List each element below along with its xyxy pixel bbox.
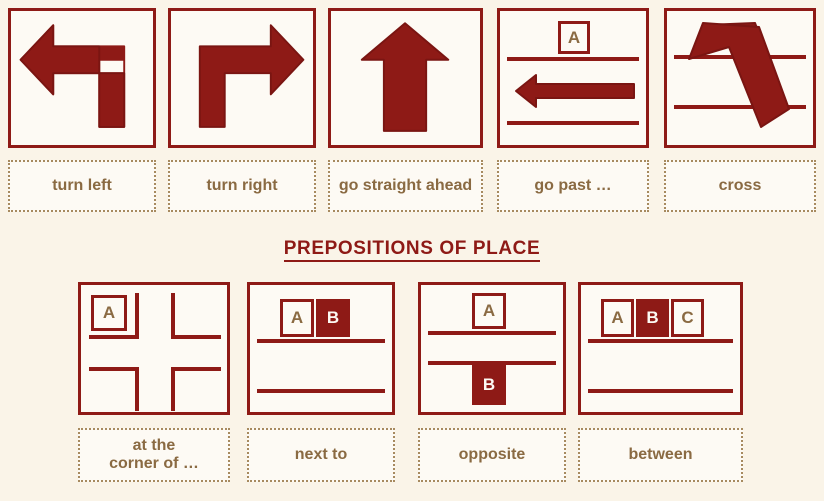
direction-label: turn left — [8, 160, 156, 212]
direction-card-cross[interactable]: cross — [664, 8, 816, 212]
building-letter: A — [482, 301, 496, 320]
arrow-left-along-road-icon: A — [500, 11, 646, 145]
direction-card-frame — [168, 8, 316, 148]
section-heading: PREPOSITIONS OF PLACE — [0, 238, 824, 262]
direction-label: go straight ahead — [328, 160, 483, 212]
road-corner-top-right-horizontal — [171, 335, 221, 339]
arrow-turn-right-icon — [171, 11, 313, 145]
arrow-up-icon — [331, 11, 480, 145]
road-corner-top-left-vertical — [135, 293, 139, 339]
directions-row: turn left turn right go straight ahead A… — [0, 8, 824, 220]
direction-card-frame: A — [497, 8, 649, 148]
building-box-a: A — [280, 299, 314, 337]
road-line-top — [507, 57, 639, 61]
preposition-label: between — [578, 428, 743, 482]
building-letter: A — [567, 27, 581, 47]
road-line-top — [257, 339, 385, 343]
building-letter: B — [646, 308, 659, 327]
preposition-card-opposite[interactable]: A B opposite — [418, 282, 566, 482]
building-box-a: A — [558, 21, 590, 54]
building-box-a: A — [601, 299, 634, 337]
direction-card-frame — [328, 8, 483, 148]
building-box-c: C — [671, 299, 704, 337]
direction-card-frame — [664, 8, 816, 148]
building-letter: A — [290, 308, 304, 327]
road-corner-top-right-vertical — [171, 293, 175, 339]
road-corner-bottom-left-horizontal — [89, 367, 139, 371]
direction-card-turn-left[interactable]: turn left — [8, 8, 156, 212]
direction-label: turn right — [168, 160, 316, 212]
preposition-label-line2: corner of … — [109, 455, 199, 472]
building-box-a: A — [91, 295, 127, 331]
building-letter: B — [326, 308, 340, 327]
arrow-diagonal-across-road-icon — [667, 11, 813, 145]
road-corner-top-left-horizontal — [89, 335, 139, 339]
vocabulary-poster: turn left turn right go straight ahead A… — [0, 0, 824, 501]
direction-card-frame — [8, 8, 156, 148]
direction-card-go-straight-ahead[interactable]: go straight ahead — [328, 8, 483, 212]
crossroads-corner-icon: A — [81, 285, 227, 412]
direction-card-turn-right[interactable]: turn right — [168, 8, 316, 212]
preposition-label: opposite — [418, 428, 566, 482]
road-corner-bottom-right-horizontal — [171, 367, 221, 371]
direction-card-go-past[interactable]: A go past … — [497, 8, 649, 212]
road-line-bottom — [588, 389, 733, 393]
preposition-label-line1: at the — [132, 437, 176, 455]
preposition-card-frame: A B — [418, 282, 566, 415]
three-buildings-in-a-row-icon: A B C — [581, 285, 740, 412]
building-letter: B — [482, 375, 496, 394]
buildings-across-road-icon: A B — [421, 285, 563, 412]
building-box-b: B — [316, 299, 350, 337]
road-corner-bottom-right-vertical — [171, 367, 175, 411]
road-line-top — [588, 339, 733, 343]
road-corner-bottom-left-vertical — [135, 367, 139, 411]
arrow-turn-left-icon — [11, 11, 153, 145]
preposition-card-next-to[interactable]: A B next to — [247, 282, 395, 482]
building-letter: A — [611, 308, 624, 327]
preposition-card-frame: A — [78, 282, 230, 415]
building-letter: A — [102, 303, 116, 322]
preposition-label: at the corner of … — [78, 428, 230, 482]
direction-label: go past … — [497, 160, 649, 212]
building-box-b: B — [472, 365, 506, 405]
preposition-card-frame: A B — [247, 282, 395, 415]
building-box-b: B — [636, 299, 669, 337]
direction-label: cross — [664, 160, 816, 212]
road-line-bottom — [257, 389, 385, 393]
prepositions-row: A at the corner of … A B next to A B opp… — [0, 282, 824, 501]
preposition-card-at-the-corner-of[interactable]: A at the corner of … — [78, 282, 230, 482]
building-letter: C — [681, 308, 694, 327]
road-line-top — [428, 331, 556, 335]
preposition-card-frame: A B C — [578, 282, 743, 415]
building-box-a: A — [472, 293, 506, 329]
two-buildings-side-by-side-icon: A B — [250, 285, 392, 412]
diagonal-arrow-glyph — [688, 22, 790, 128]
preposition-label: next to — [247, 428, 395, 482]
left-arrow-glyph — [515, 74, 635, 108]
section-heading-text: PREPOSITIONS OF PLACE — [283, 238, 541, 262]
road-line-bottom — [507, 121, 639, 125]
preposition-card-between[interactable]: A B C between — [578, 282, 743, 482]
